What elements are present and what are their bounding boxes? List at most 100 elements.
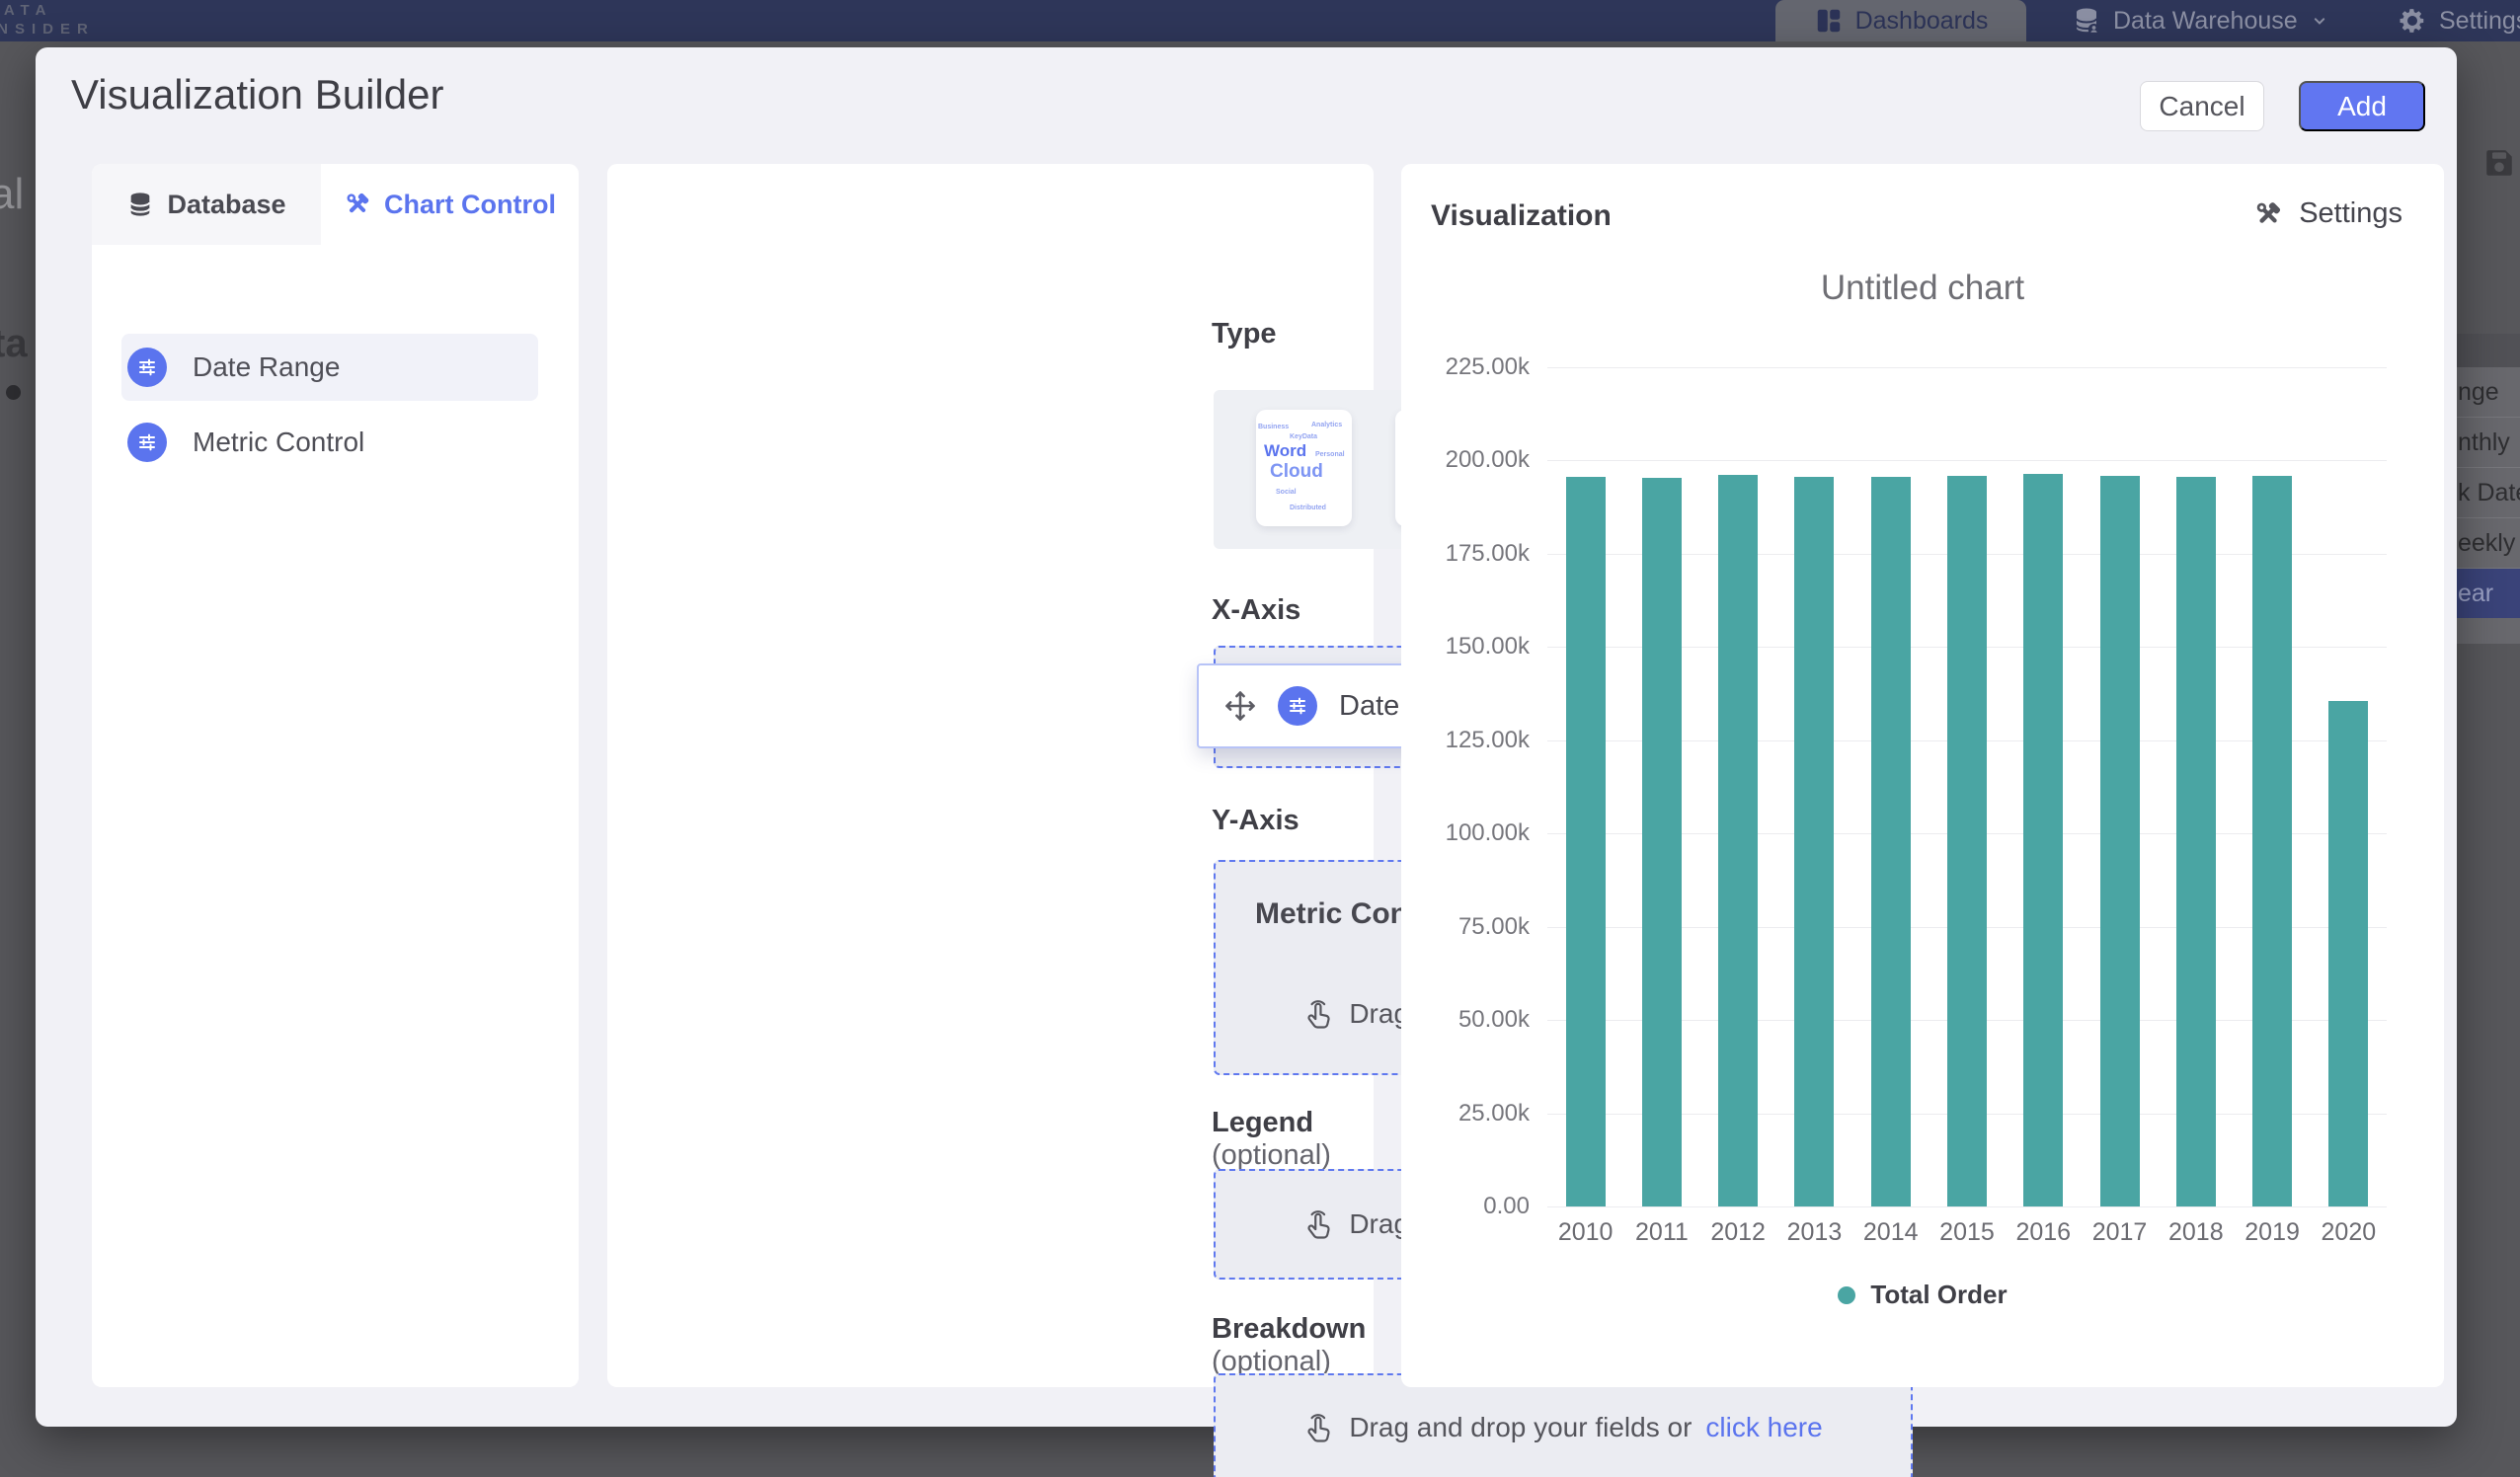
bar bbox=[1642, 478, 1682, 1206]
nav-item-data-warehouse[interactable]: Data Warehouse bbox=[2072, 0, 2329, 41]
chart-legend: Total Order bbox=[1401, 1280, 2444, 1310]
background-text-fragment: ta bbox=[0, 322, 28, 366]
y-tick-label: 175.00k bbox=[1415, 540, 1530, 568]
bar bbox=[1947, 476, 1987, 1206]
app-logo: DATA INSIDER bbox=[0, 1, 95, 39]
bar bbox=[1794, 477, 1834, 1206]
field-item-label: Date Range bbox=[193, 351, 340, 383]
field-item-label: Metric Control bbox=[193, 427, 364, 458]
legend-section-label: Legend (optional) bbox=[1212, 1107, 1374, 1172]
wordcloud-word: Analytics bbox=[1311, 422, 1342, 428]
x-tick-label: 2018 bbox=[2158, 1218, 2234, 1247]
chevron-down-icon bbox=[2310, 11, 2329, 31]
tap-icon bbox=[1303, 998, 1335, 1030]
wordcloud-word: Cloud bbox=[1270, 461, 1323, 483]
save-icon bbox=[2481, 146, 2518, 180]
y-tick-label: 225.00k bbox=[1415, 353, 1530, 381]
bar bbox=[1718, 475, 1758, 1206]
visualization-panel: Visualization Settings Untitled chart 22… bbox=[1401, 164, 2444, 1387]
fields-panel: Database Chart Control Date Range Metric… bbox=[92, 164, 579, 1387]
chart-type-wordcloud[interactable]: Business Analytics KeyData Word Cloud Pe… bbox=[1256, 410, 1352, 526]
gear-icon bbox=[2398, 6, 2427, 36]
chart-plot bbox=[1547, 367, 2387, 1206]
fields-panel-tabs: Database Chart Control bbox=[92, 164, 579, 245]
y-tick-label: 100.00k bbox=[1415, 819, 1530, 847]
chart-area: Untitled chart 225.00k 200.00k 175.00k 150.… bbox=[1401, 164, 2444, 1387]
cancel-button[interactable]: Cancel bbox=[2140, 81, 2264, 131]
y-tick-label: 75.00k bbox=[1415, 913, 1530, 941]
tab-chart-control[interactable]: Chart Control bbox=[321, 164, 579, 245]
y-tick-label: 0.00 bbox=[1415, 1193, 1530, 1220]
wordcloud-word: Social bbox=[1276, 489, 1297, 496]
field-item-date-range[interactable]: Date Range bbox=[121, 334, 538, 401]
nav-item-data-warehouse-label: Data Warehouse bbox=[2113, 7, 2298, 36]
wordcloud-word: Business bbox=[1258, 424, 1289, 430]
bar bbox=[2100, 476, 2140, 1206]
x-tick-label: 2016 bbox=[2006, 1218, 2082, 1247]
x-tick-label: 2019 bbox=[2234, 1218, 2310, 1247]
breakdown-dropzone[interactable]: Drag and drop your fields or click here bbox=[1214, 1373, 1913, 1477]
background-text-fragment: al bbox=[0, 170, 24, 219]
sliders-icon bbox=[127, 423, 167, 462]
y-axis-section-label: Y-Axis bbox=[1212, 805, 1299, 837]
legend-series-label: Total Order bbox=[1870, 1280, 2007, 1310]
x-tick-label: 2010 bbox=[1547, 1218, 1623, 1247]
tab-database[interactable]: Database bbox=[92, 164, 321, 245]
background-list-item: nge bbox=[2455, 367, 2520, 418]
tap-icon bbox=[1303, 1412, 1335, 1443]
y-tick-label: 125.00k bbox=[1415, 727, 1530, 754]
chart-title: Untitled chart bbox=[1401, 269, 2444, 308]
x-tick-label: 2017 bbox=[2082, 1218, 2158, 1247]
x-tick-label: 2015 bbox=[1929, 1218, 2005, 1247]
sliders-icon bbox=[127, 348, 167, 387]
modal-title: Visualization Builder bbox=[71, 71, 443, 118]
wordcloud-word: Word bbox=[1264, 441, 1306, 461]
background-list-item bbox=[2455, 618, 2520, 644]
x-tick-label: 2013 bbox=[1776, 1218, 1852, 1247]
y-tick-label: 50.00k bbox=[1415, 1006, 1530, 1034]
nav-item-settings-label: Settings bbox=[2439, 7, 2520, 36]
y-tick-label: 150.00k bbox=[1415, 633, 1530, 661]
legend-dot bbox=[1838, 1286, 1855, 1304]
wordcloud-word: Distributed bbox=[1290, 505, 1326, 511]
sliders-icon bbox=[1278, 686, 1317, 726]
x-tick-label: 2014 bbox=[1852, 1218, 1929, 1247]
background-list-item-selected: ear bbox=[2455, 569, 2520, 618]
bar bbox=[1871, 477, 1911, 1206]
nav-tab-dashboards[interactable]: Dashboards bbox=[1775, 0, 2026, 41]
tap-icon bbox=[1303, 1208, 1335, 1240]
data-warehouse-icon bbox=[2072, 6, 2101, 36]
background-dropdown-header bbox=[2455, 334, 2520, 367]
visualization-builder-modal: Visualization Builder Cancel Add Databas… bbox=[36, 47, 2457, 1427]
background-bullet bbox=[6, 385, 21, 400]
top-nav-bar: DATA INSIDER Dashboards Data Warehouse S… bbox=[0, 0, 2520, 41]
y-tick-label: 200.00k bbox=[1415, 446, 1530, 474]
move-icon bbox=[1222, 688, 1258, 724]
wordcloud-word: KeyData bbox=[1290, 433, 1317, 440]
bar bbox=[2023, 474, 2063, 1206]
nav-item-settings[interactable]: Settings bbox=[2398, 0, 2520, 41]
dashboard-icon bbox=[1814, 6, 1844, 36]
background-list-item: eekly bbox=[2455, 518, 2520, 569]
background-dropdown-list: ngenthlyk Dateeeklyear bbox=[2455, 334, 2520, 644]
nav-tab-dashboards-label: Dashboards bbox=[1855, 7, 1989, 36]
x-tick-label: 2011 bbox=[1623, 1218, 1699, 1247]
gridline bbox=[1547, 1206, 2387, 1207]
builder-panel: Type View all Business Analytics KeyData… bbox=[607, 164, 1374, 1387]
add-button[interactable]: Add bbox=[2299, 81, 2425, 131]
wordcloud-word: Personal bbox=[1315, 451, 1345, 458]
x-tick-label: 2020 bbox=[2311, 1218, 2387, 1247]
database-icon bbox=[126, 191, 154, 218]
background-list-item: nthly bbox=[2455, 418, 2520, 468]
breakdown-section-label: Breakdown (optional) bbox=[1212, 1313, 1374, 1378]
dropzone-click-here-link[interactable]: click here bbox=[1705, 1412, 1822, 1443]
y-tick-label: 25.00k bbox=[1415, 1100, 1530, 1127]
bar bbox=[1566, 477, 1606, 1206]
bar bbox=[2328, 701, 2368, 1206]
bar bbox=[2176, 477, 2216, 1206]
bar bbox=[2252, 476, 2292, 1206]
background-list-item: k Date bbox=[2455, 468, 2520, 518]
field-item-metric-control[interactable]: Metric Control bbox=[121, 409, 538, 476]
type-section-label: Type bbox=[1212, 318, 1277, 350]
x-axis-section-label: X-Axis bbox=[1212, 594, 1300, 627]
